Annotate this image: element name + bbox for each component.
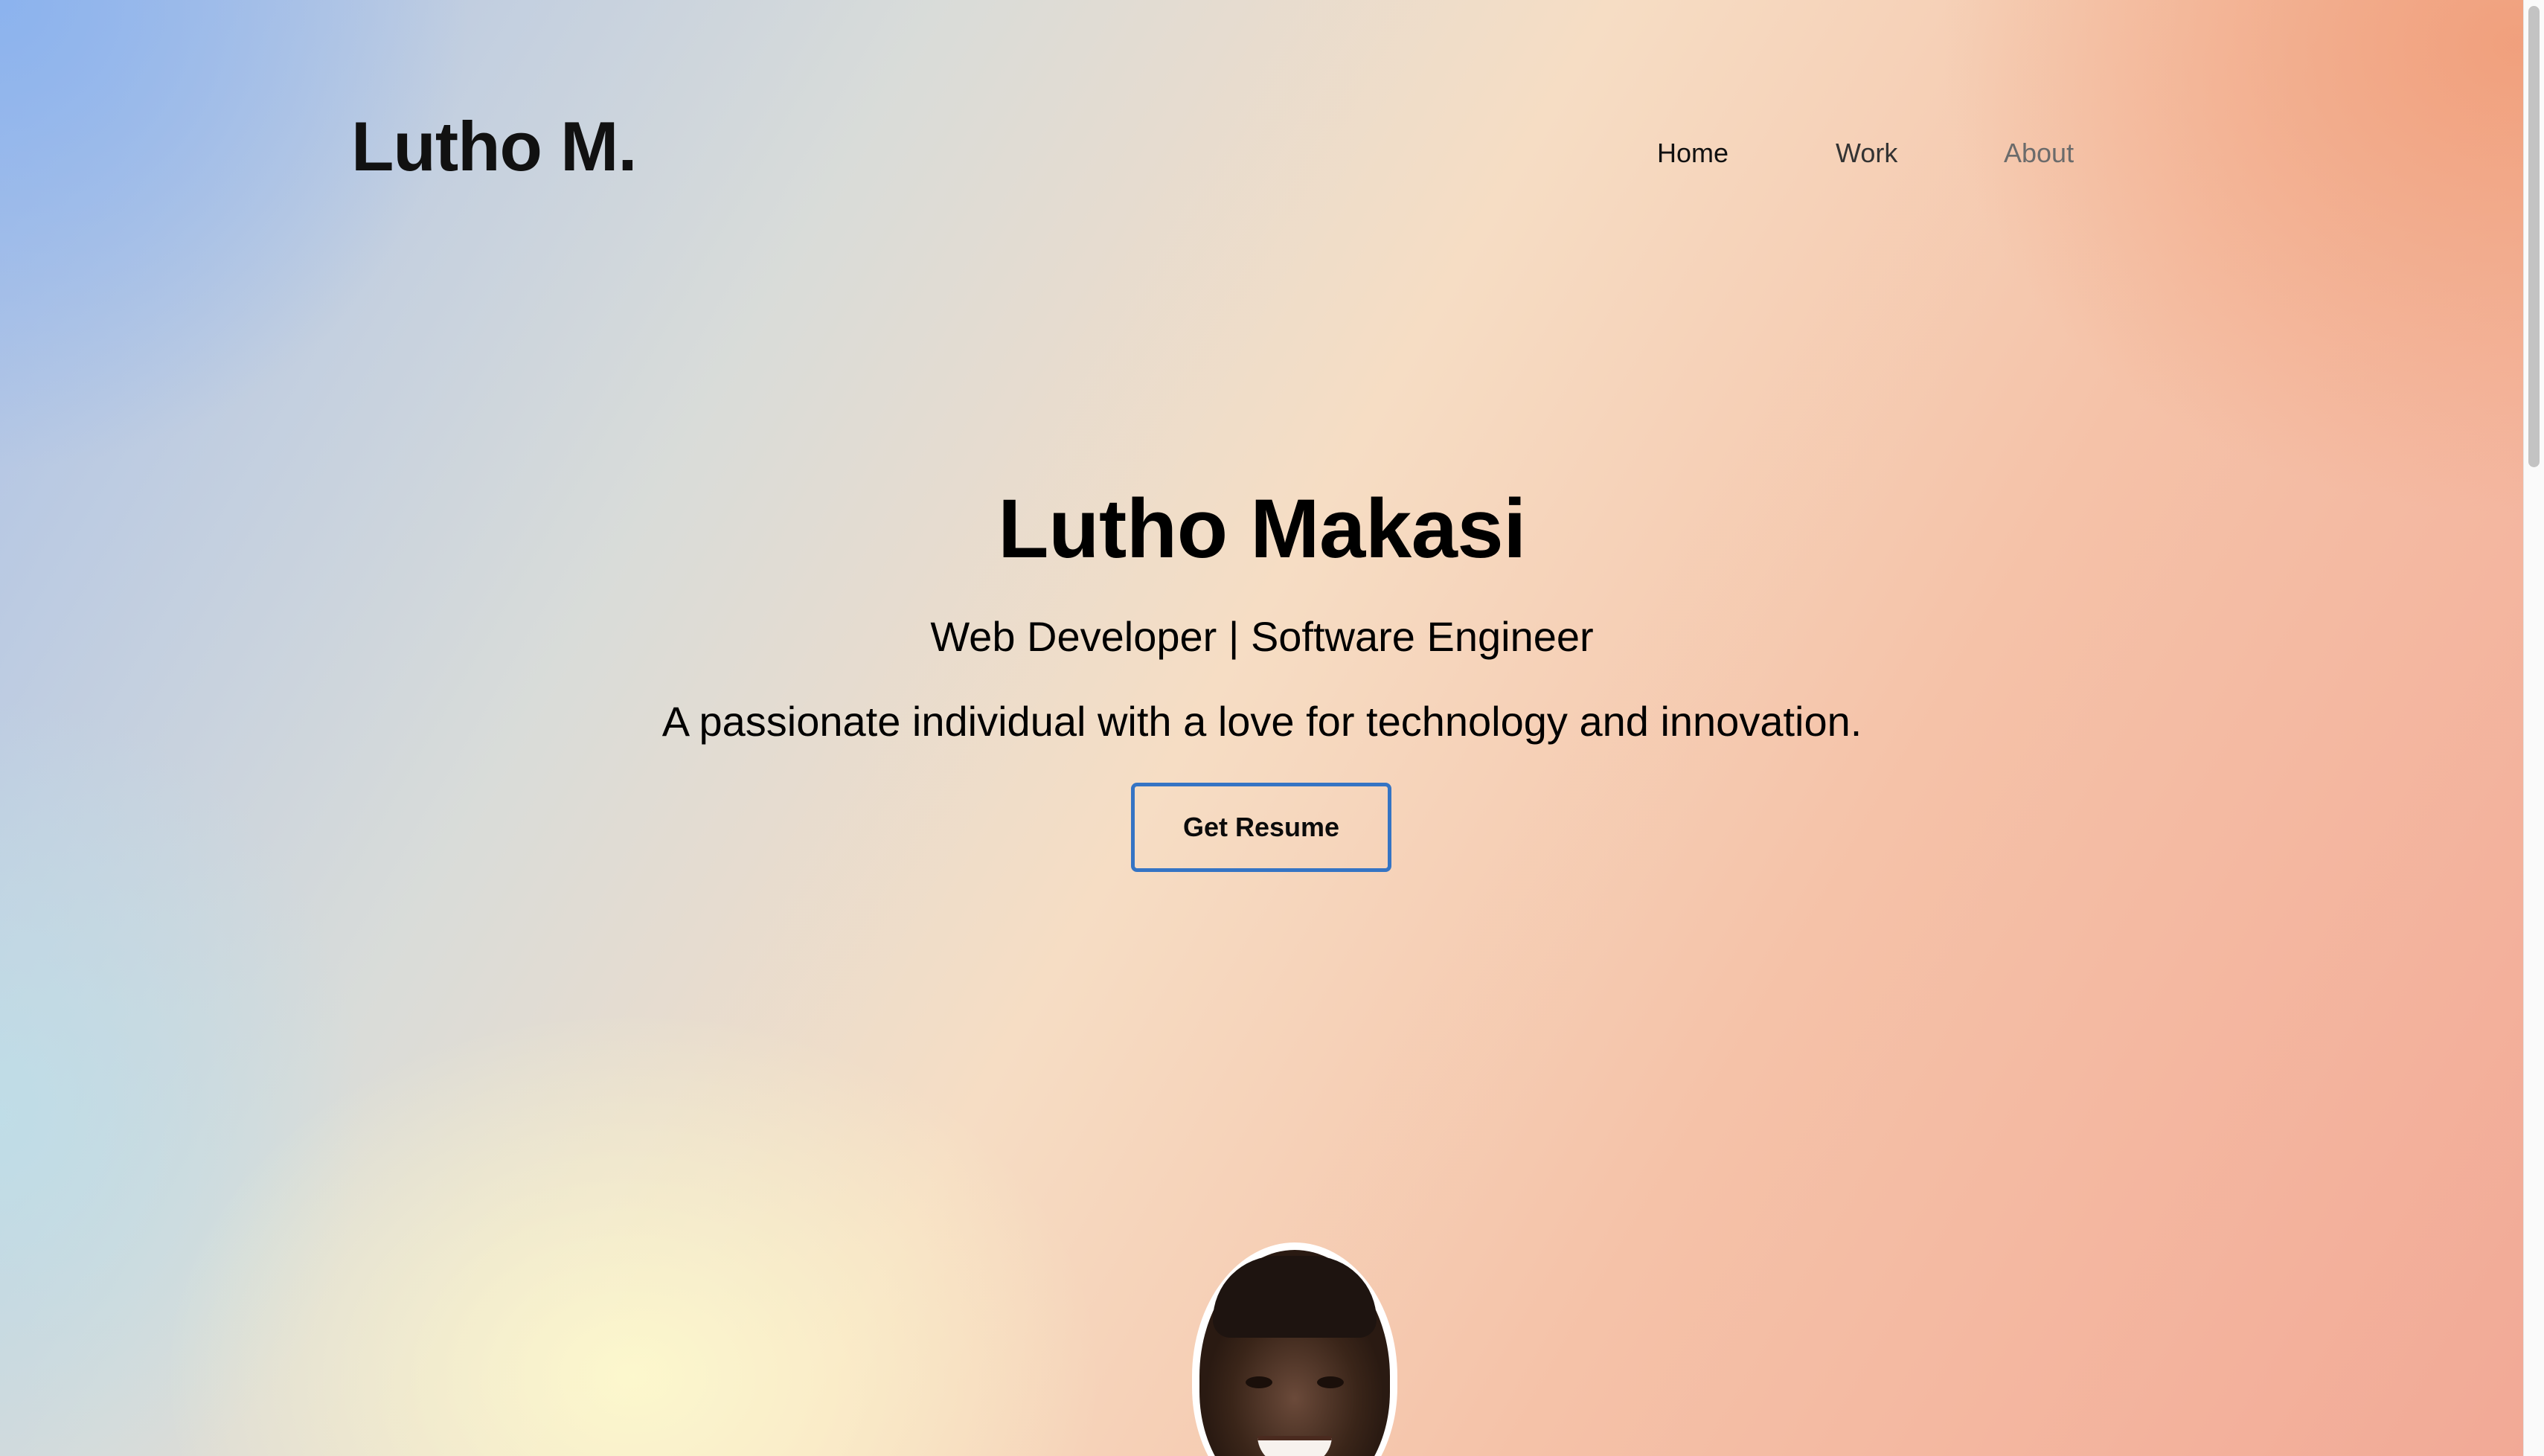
site-logo[interactable]: Lutho M.	[351, 112, 638, 182]
smile-shape	[1257, 1436, 1332, 1456]
nav-link-home[interactable]: Home	[1657, 140, 1728, 167]
vertical-scrollbar[interactable]	[2523, 0, 2544, 1456]
left-eye-shape	[1246, 1376, 1272, 1388]
scrollbar-thumb[interactable]	[2528, 6, 2540, 467]
right-eye-shape	[1317, 1376, 1344, 1388]
nav-link-work[interactable]: Work	[1836, 140, 1897, 167]
profile-photo-icon	[1199, 1250, 1390, 1456]
get-resume-button[interactable]: Get Resume	[1131, 783, 1391, 872]
hero-tagline: A passionate individual with a love for …	[661, 698, 1862, 745]
hero-name: Lutho Makasi	[998, 482, 1526, 575]
hair-shape	[1213, 1256, 1377, 1338]
nav-link-about[interactable]: About	[2004, 140, 2074, 167]
hero-role: Web Developer | Software Engineer	[930, 613, 1594, 660]
